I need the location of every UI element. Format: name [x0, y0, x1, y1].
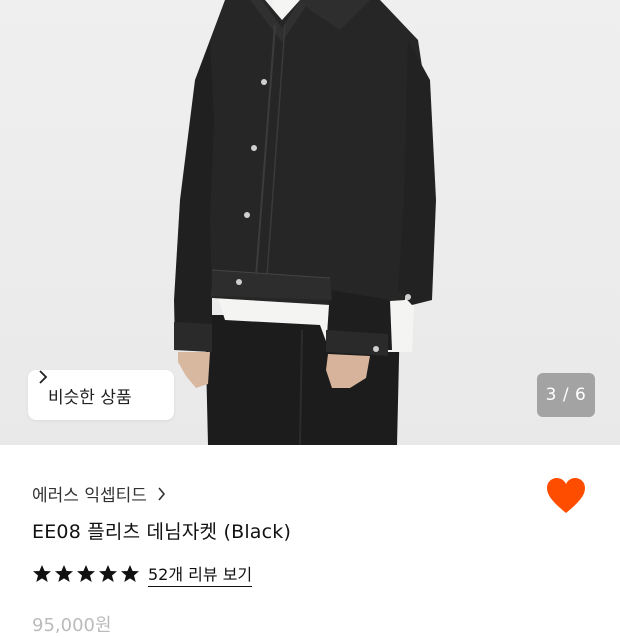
product-title: EE08 플리츠 데님자켓 (Black): [32, 521, 292, 543]
star-icon: [33, 565, 51, 582]
image-page-counter: 3 / 6: [537, 373, 595, 417]
star-icon: [77, 565, 95, 582]
brand-link[interactable]: 에러스 익셉티드: [32, 481, 166, 506]
similar-products-button[interactable]: 비슷한 상품: [28, 370, 174, 420]
similar-products-label: 비슷한 상품: [48, 387, 132, 408]
star-icon: [121, 565, 139, 582]
star-icon: [99, 565, 117, 582]
star-icon: [55, 565, 73, 582]
star-rating: [32, 564, 140, 584]
chevron-right-icon: [39, 370, 48, 384]
price-text: 95,000원: [32, 615, 112, 636]
rating-row: 52개 리뷰 보기: [32, 561, 253, 587]
product-image-gallery[interactable]: 비슷한 상품 3 / 6: [0, 0, 620, 445]
brand-name: 에러스 익셉티드: [32, 486, 147, 506]
chevron-right-icon: [158, 486, 165, 501]
wishlist-heart-icon[interactable]: [546, 477, 586, 515]
product-info-section: 에러스 익셉티드 EE08 플리츠 데님자켓 (Black) 52개 리뷰 보기…: [0, 445, 620, 636]
review-link[interactable]: 52개 리뷰 보기: [148, 561, 253, 587]
